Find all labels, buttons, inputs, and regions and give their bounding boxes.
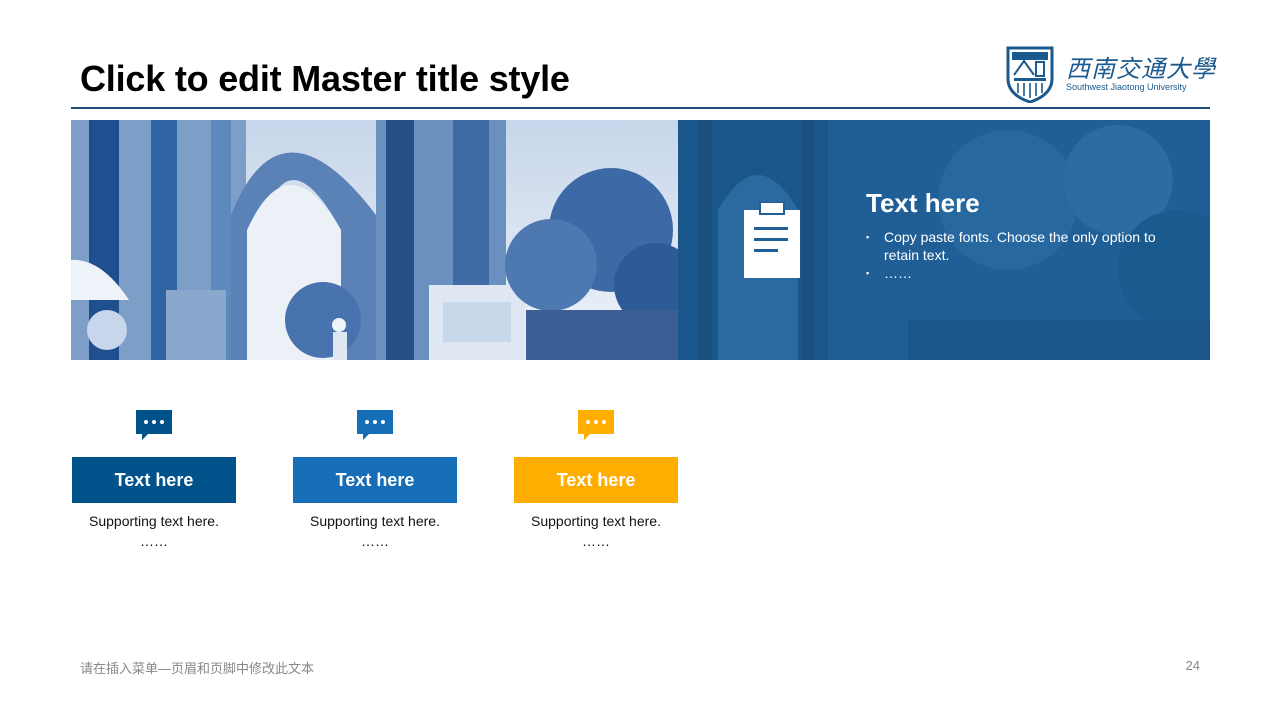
- university-crest-icon: [1006, 46, 1054, 103]
- university-logo: 西南交通大學 Southwest Jiaotong University: [1004, 45, 1215, 105]
- banner-bullet-list: Copy paste fonts. Choose the only option…: [866, 228, 1186, 282]
- card-2: Text here Supporting text here. ……: [293, 410, 457, 550]
- logo-name-english: Southwest Jiaotong University: [1066, 82, 1187, 92]
- card-1: Text here Supporting text here. ……: [72, 410, 236, 550]
- card-2-ellipsis: ……: [361, 533, 389, 549]
- page-number: 24: [1185, 658, 1200, 673]
- logo-name-chinese: 西南交通大學: [1066, 55, 1216, 83]
- card-3-ellipsis: ……: [582, 533, 610, 549]
- card-2-label[interactable]: Text here: [293, 457, 457, 503]
- card-2-support-text: Supporting text here. ……: [293, 511, 457, 551]
- card-3-support-line[interactable]: Supporting text here.: [514, 511, 678, 531]
- banner-heading[interactable]: Text here: [866, 188, 980, 219]
- card-3: Text here Supporting text here. ……: [514, 410, 678, 550]
- campus-gate-photo: [71, 120, 678, 360]
- card-3-support-text: Supporting text here. ……: [514, 511, 678, 551]
- clipboard-icon: [744, 202, 800, 278]
- card-2-support-line[interactable]: Supporting text here.: [293, 511, 457, 531]
- title-underline: [71, 107, 1210, 109]
- chat-bubble-icon: [357, 410, 393, 440]
- card-1-support-line[interactable]: Supporting text here.: [72, 511, 236, 531]
- chat-bubble-icon: [578, 410, 614, 440]
- footer-text[interactable]: 请在插入菜单—页眉和页脚中修改此文本: [80, 658, 314, 677]
- banner-bullet-1[interactable]: Copy paste fonts. Choose the only option…: [866, 228, 1186, 264]
- card-1-label[interactable]: Text here: [72, 457, 236, 503]
- card-1-ellipsis: ……: [140, 533, 168, 549]
- slide-title[interactable]: Click to edit Master title style: [80, 58, 570, 100]
- card-3-label[interactable]: Text here: [514, 457, 678, 503]
- card-1-support-text: Supporting text here. ……: [72, 511, 236, 551]
- banner-bullet-2[interactable]: ……: [866, 264, 1186, 282]
- chat-bubble-icon: [136, 410, 172, 440]
